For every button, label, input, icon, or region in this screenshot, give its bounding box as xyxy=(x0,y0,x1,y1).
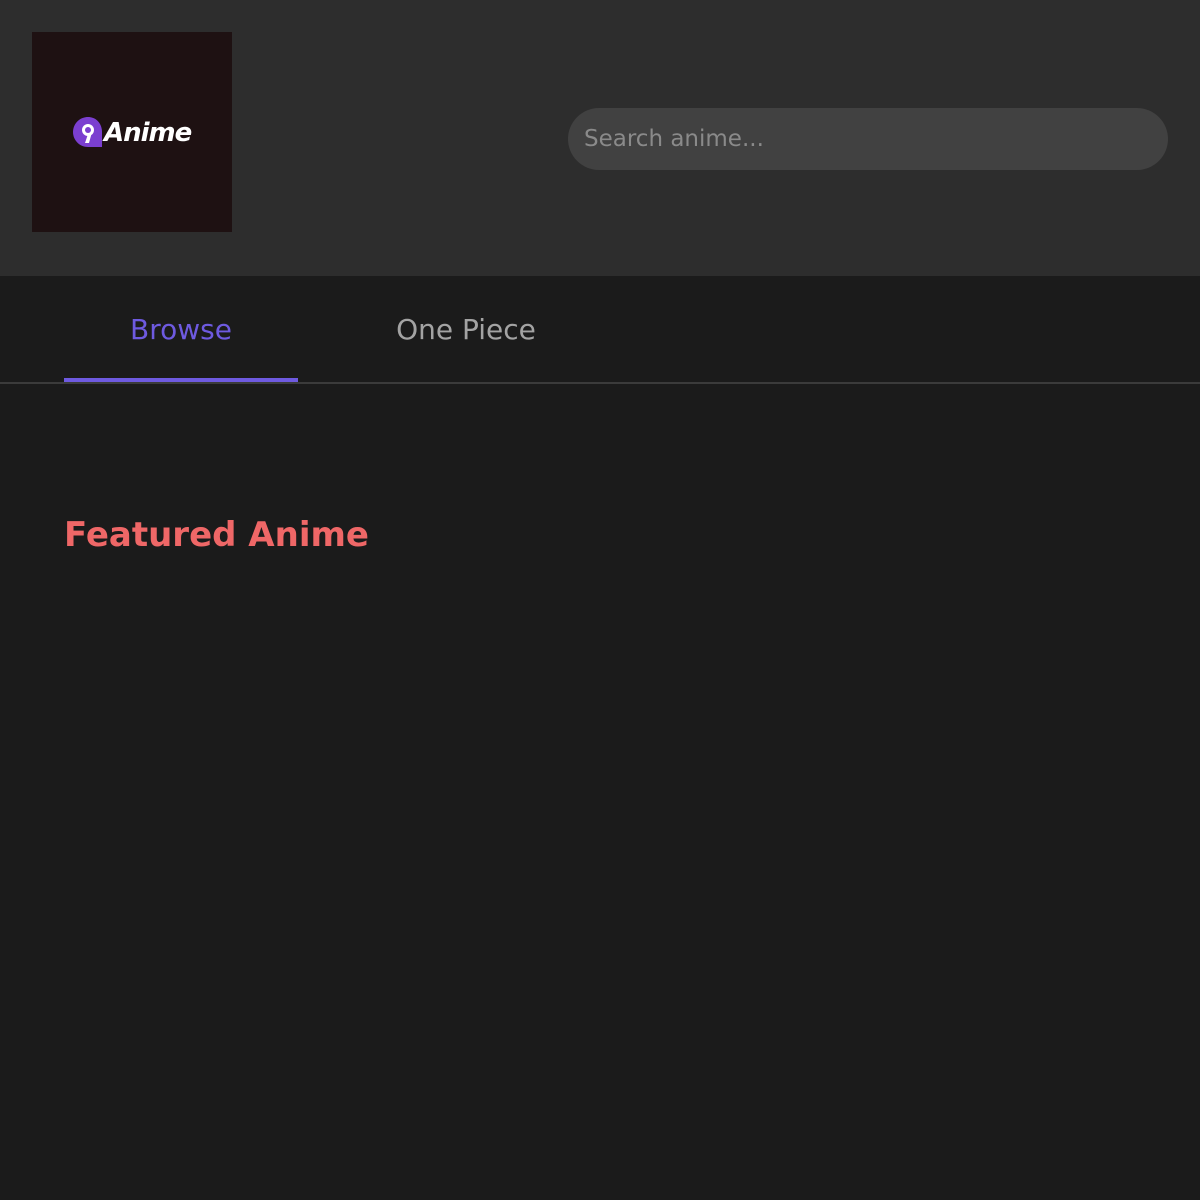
section-title: Featured Anime xyxy=(64,515,369,555)
app-header: Anime xyxy=(0,0,1200,276)
location-pin-icon xyxy=(73,117,102,147)
tab-bar: Browse One Piece xyxy=(0,276,1200,384)
site-logo[interactable]: Anime xyxy=(32,32,232,232)
logo-text: Anime xyxy=(104,118,192,148)
active-tab-indicator xyxy=(64,378,298,382)
tab-browse-label: Browse xyxy=(130,312,232,346)
tab-one-piece[interactable]: One Piece xyxy=(350,276,582,382)
tab-one-piece-label: One Piece xyxy=(396,312,536,346)
search-input[interactable] xyxy=(568,108,1168,170)
tab-browse[interactable]: Browse xyxy=(64,276,298,382)
